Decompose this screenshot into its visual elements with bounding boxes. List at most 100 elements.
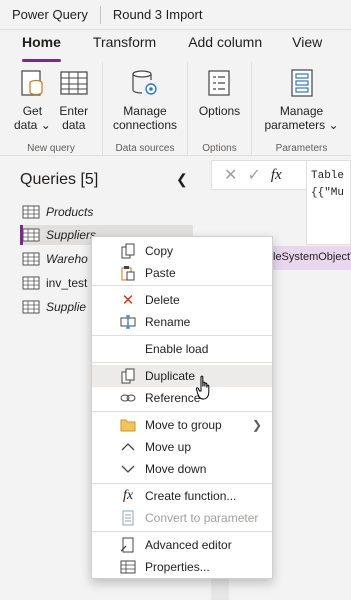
manage-parameters-button[interactable]: Manage parameters ⌄ bbox=[264, 62, 339, 156]
get-data-label-2: data ⌄ bbox=[14, 118, 51, 132]
menu-label: Create function... bbox=[145, 489, 237, 503]
menu-item-move-down[interactable]: Move down bbox=[92, 458, 272, 480]
menu-item-paste[interactable]: Paste bbox=[92, 262, 272, 284]
table-icon bbox=[22, 228, 40, 242]
manage-connections-button[interactable]: Manage connections bbox=[113, 62, 177, 156]
manage-connections-label-2: connections bbox=[112, 118, 178, 132]
commit-check-icon[interactable]: ✓ bbox=[247, 165, 260, 185]
menu-label: Duplicate bbox=[145, 369, 196, 383]
enter-data-label-2: data bbox=[62, 118, 86, 132]
menu-label: Enable load bbox=[145, 342, 209, 356]
queries-title: Queries [5] bbox=[20, 171, 99, 188]
query-name: Supplie bbox=[46, 300, 87, 314]
database-gear-icon bbox=[132, 70, 157, 95]
menu-label: Move to group bbox=[145, 418, 222, 432]
query-name: Suppliers bbox=[46, 228, 97, 242]
menu-label: Move down bbox=[145, 462, 207, 476]
properties-icon bbox=[119, 559, 137, 575]
menu-item-copy[interactable]: Copy bbox=[92, 240, 272, 262]
menu-item-properties[interactable]: Properties... bbox=[92, 556, 272, 578]
menu-separator bbox=[92, 362, 272, 363]
menu-item-reference[interactable]: Reference bbox=[92, 387, 272, 409]
app-title: Power Query bbox=[12, 7, 88, 22]
group-label-data-sources: Data sources bbox=[115, 143, 175, 154]
group-new-query: Get data ⌄ Enter data New query bbox=[0, 62, 103, 156]
group-label-options: Options bbox=[202, 143, 237, 154]
advanced-editor-icon bbox=[119, 537, 137, 553]
menu-separator bbox=[92, 335, 272, 336]
table-icon bbox=[22, 252, 40, 266]
title-bar: Power Query Round 3 Import bbox=[0, 0, 351, 30]
query-name: Wareho bbox=[46, 252, 88, 266]
parameters-icon bbox=[290, 69, 313, 97]
query-name: Products bbox=[46, 205, 94, 219]
delete-x-icon: ✕ bbox=[121, 292, 135, 309]
link-icon bbox=[119, 390, 137, 406]
group-label-new-query: New query bbox=[27, 143, 75, 154]
menu-item-enable-load[interactable]: Enable load bbox=[92, 338, 272, 360]
menu-separator bbox=[92, 285, 272, 286]
rename-icon bbox=[119, 314, 137, 330]
get-data-button[interactable]: Get data ⌄ bbox=[14, 62, 51, 156]
query-item-suppliers-2[interactable]: Supplie bbox=[22, 297, 86, 317]
menu-item-convert-to-parameter[interactable]: Convert to parameter bbox=[92, 507, 272, 529]
table-grid-icon bbox=[60, 71, 88, 95]
get-data-icon bbox=[21, 70, 43, 96]
tab-transform[interactable]: Transform bbox=[93, 30, 156, 62]
menu-label: Properties... bbox=[145, 560, 210, 574]
ribbon: Get data ⌄ Enter data New query Manage c… bbox=[0, 62, 351, 156]
parameter-icon bbox=[119, 510, 137, 526]
tab-view[interactable]: View bbox=[292, 30, 322, 62]
collapse-chevron-icon[interactable]: ❮ bbox=[176, 171, 188, 188]
menu-item-move-up[interactable]: Move up bbox=[92, 436, 272, 458]
query-item-products[interactable]: Products bbox=[22, 202, 93, 222]
query-name: inv_test bbox=[46, 276, 88, 290]
group-label-parameters: Parameters bbox=[275, 143, 328, 154]
power-query-window: Power Query Round 3 Import Home Transfor… bbox=[0, 0, 351, 600]
chevron-down-icon bbox=[119, 461, 137, 477]
enable-load-blank-icon bbox=[119, 341, 137, 357]
chevron-up-icon bbox=[119, 439, 137, 455]
table-icon bbox=[22, 300, 40, 314]
cancel-x-icon[interactable]: ✕ bbox=[224, 165, 237, 185]
hand-cursor-icon bbox=[196, 375, 210, 400]
fx-icon[interactable]: fx bbox=[271, 167, 282, 184]
query-item-warehouse[interactable]: Wareho bbox=[22, 249, 88, 269]
get-data-label-1: Get bbox=[22, 104, 43, 118]
tab-add-column[interactable]: Add column bbox=[188, 30, 262, 62]
manage-connections-label-1: Manage bbox=[123, 104, 167, 118]
group-options: Options Options bbox=[188, 62, 252, 156]
menu-item-duplicate[interactable]: Duplicate bbox=[92, 365, 272, 387]
menu-item-advanced-editor[interactable]: Advanced editor bbox=[92, 534, 272, 556]
selection-indicator bbox=[20, 225, 23, 245]
tab-home[interactable]: Home bbox=[22, 30, 61, 62]
menu-item-delete[interactable]: ✕ Delete bbox=[92, 289, 272, 311]
formula-line-2: {{"Mu bbox=[311, 187, 345, 199]
enter-data-button[interactable]: Enter data bbox=[59, 62, 89, 156]
menu-label: Convert to parameter bbox=[145, 511, 259, 525]
document-title[interactable]: Round 3 Import bbox=[101, 7, 215, 22]
function-fx-icon: fx bbox=[122, 488, 134, 503]
options-label: Options bbox=[198, 104, 241, 118]
group-data-sources: Manage connections Data sources bbox=[103, 62, 188, 156]
options-list-icon bbox=[208, 70, 231, 96]
folder-icon bbox=[119, 417, 137, 433]
context-menu: Copy Paste ✕ Delete Rename Enable load D… bbox=[91, 236, 273, 579]
manage-parameters-label-2: parameters ⌄ bbox=[264, 118, 339, 132]
group-parameters: Manage parameters ⌄ Parameters bbox=[252, 62, 351, 156]
menu-item-create-function[interactable]: fx Create function... bbox=[92, 485, 272, 507]
menu-label: Rename bbox=[145, 315, 191, 329]
ribbon-tabs: Home Transform Add column View bbox=[0, 30, 351, 62]
manage-parameters-label-1: Manage bbox=[279, 104, 324, 118]
menu-item-move-to-group[interactable]: Move to group ❯ bbox=[92, 414, 272, 436]
duplicate-icon bbox=[119, 368, 137, 384]
query-item-inv-test[interactable]: inv_test bbox=[22, 273, 87, 293]
formula-line-1: Table bbox=[311, 170, 345, 182]
menu-item-rename[interactable]: Rename bbox=[92, 311, 272, 333]
menu-label: Delete bbox=[145, 293, 180, 307]
menu-label: Copy bbox=[145, 244, 174, 258]
menu-label: Reference bbox=[145, 391, 201, 405]
options-button[interactable]: Options bbox=[199, 62, 240, 156]
paste-icon bbox=[119, 265, 137, 281]
formula-text[interactable]: Table {{"Mu bbox=[306, 160, 351, 245]
